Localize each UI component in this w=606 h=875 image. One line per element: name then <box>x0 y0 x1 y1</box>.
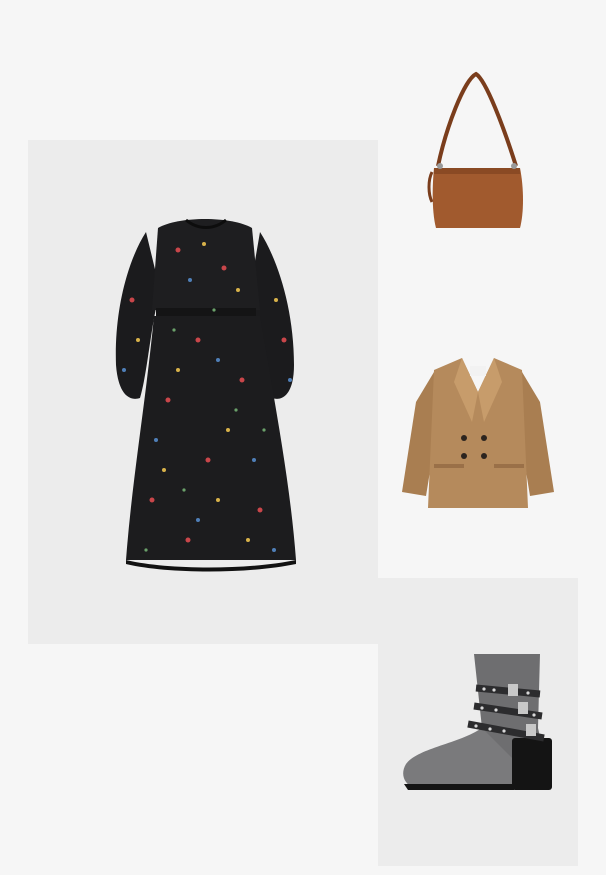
blazer-product-tile[interactable] <box>398 352 558 517</box>
bag-product-tile[interactable] <box>420 68 530 233</box>
blazer-image <box>402 358 554 508</box>
buckle-boots-image <box>403 654 552 790</box>
shoulder-bag-image <box>427 71 523 228</box>
dress-product-tile[interactable] <box>28 140 378 644</box>
floral-dress-image <box>115 218 296 572</box>
boots-product-tile[interactable] <box>378 578 578 866</box>
